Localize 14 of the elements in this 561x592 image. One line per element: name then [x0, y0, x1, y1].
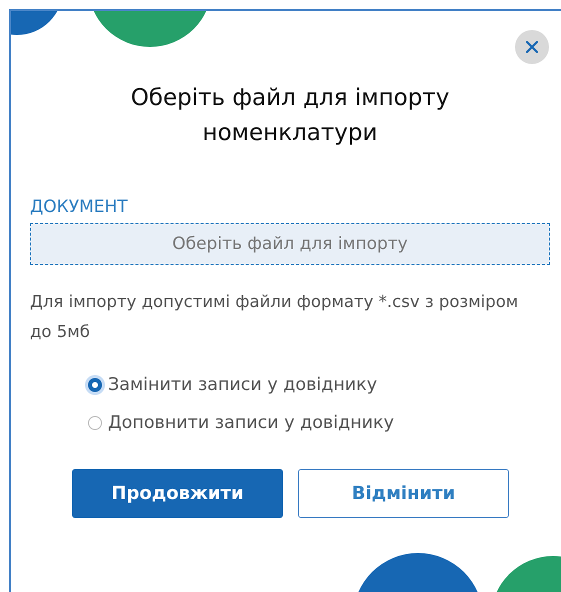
option-label: Доповнити записи у довіднику — [108, 412, 394, 435]
radio-button[interactable] — [88, 378, 102, 392]
file-dropzone[interactable]: Оберіть файл для імпорту — [30, 223, 550, 265]
dialog-title: Оберіть файл для імпорту номенклатури — [130, 84, 450, 148]
cancel-button[interactable]: Відмінити — [298, 469, 509, 518]
close-icon — [525, 40, 539, 54]
continue-button[interactable]: Продовжити — [72, 469, 283, 518]
hint-text: Для імпорту допустимі файли формату *.csv з розміром до 5мб — [30, 291, 520, 343]
radio-button[interactable] — [88, 416, 102, 430]
field-label: ДОКУМЕНТ — [30, 196, 129, 218]
radio-option[interactable]: Замінити записи у довіднику — [88, 369, 550, 401]
radio-option[interactable]: Доповнити записи у довіднику — [88, 407, 550, 439]
option-label: Замінити записи у довіднику — [108, 374, 378, 397]
close-button[interactable] — [515, 30, 549, 64]
